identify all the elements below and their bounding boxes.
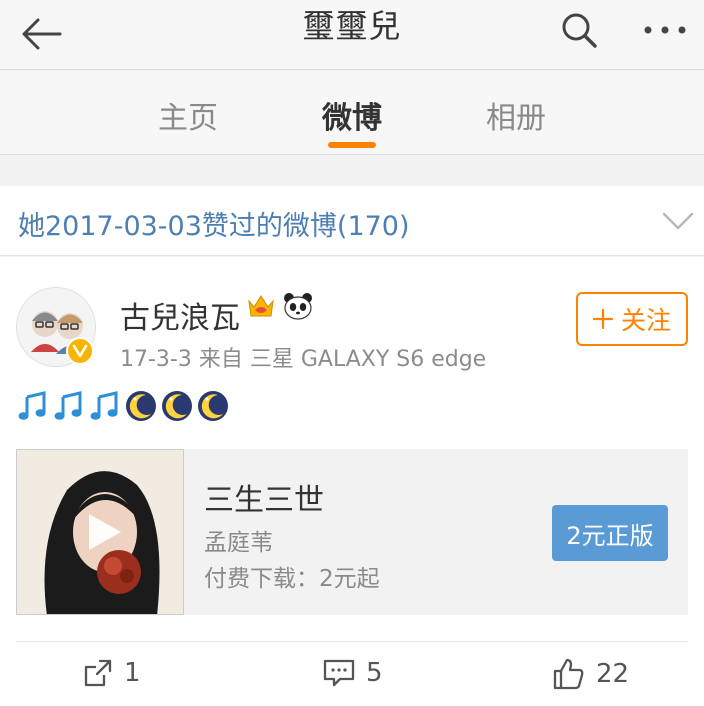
music-note-icon: [18, 391, 46, 420]
moon-icon: [162, 391, 192, 421]
tab-album[interactable]: 相册: [456, 93, 576, 137]
user-badges: [246, 291, 314, 321]
repost-button[interactable]: 1: [82, 657, 141, 689]
more-button[interactable]: [636, 4, 694, 56]
plus-icon: [592, 309, 613, 329]
comment-icon: [323, 659, 355, 687]
thumbs-up-icon: [553, 658, 584, 690]
active-tab-indicator: [328, 142, 376, 148]
song-artist: 孟庭苇: [204, 530, 273, 556]
panda-icon: [284, 293, 312, 320]
song-title: 三生三世: [204, 483, 324, 518]
play-icon[interactable]: [87, 512, 123, 552]
like-count: 22: [596, 659, 630, 689]
post-card: 古兒浪瓦 17-3-3 来自 三星 GALAXY S6 edge 关注 三生三世…: [0, 257, 704, 706]
tab-home[interactable]: 主页: [128, 93, 248, 137]
music-note-icon: [90, 391, 118, 420]
liked-posts-header[interactable]: 她2017-03-03赞过的微博(170): [0, 186, 704, 256]
album-cover[interactable]: [16, 449, 184, 615]
search-icon: [562, 13, 597, 48]
like-button[interactable]: 22: [552, 657, 629, 691]
download-price: 付费下载：2元起: [204, 566, 380, 592]
moon-icon: [126, 391, 156, 421]
music-note-icon: [54, 391, 82, 420]
chevron-down-icon[interactable]: [660, 202, 696, 238]
section-title: 她2017-03-03赞过的微博(170): [18, 211, 410, 242]
music-card[interactable]: 三生三世 孟庭苇 付费下载：2元起 2元正版: [16, 449, 688, 615]
comment-count: 5: [366, 658, 383, 688]
post-text-emojis: [16, 389, 230, 423]
search-button[interactable]: [552, 4, 606, 56]
post-meta: 17-3-3 来自 三星 GALAXY S6 edge: [120, 347, 487, 372]
top-bar: 璽璽兒: [0, 0, 704, 70]
tab-weibo[interactable]: 微博: [292, 93, 412, 137]
divider: [16, 641, 688, 642]
follow-label: 关注: [620, 306, 671, 335]
username[interactable]: 古兒浪瓦: [120, 293, 240, 337]
moon-icon: [198, 391, 228, 421]
more-dots-icon: [644, 26, 686, 34]
crown-vip-icon: [248, 295, 274, 317]
comment-button[interactable]: 5: [322, 657, 383, 689]
follow-button[interactable]: 关注: [576, 292, 688, 346]
verified-badge-icon: [66, 337, 94, 365]
buy-button[interactable]: 2元正版: [552, 505, 668, 561]
repost-icon: [84, 659, 112, 687]
repost-count: 1: [124, 658, 141, 688]
